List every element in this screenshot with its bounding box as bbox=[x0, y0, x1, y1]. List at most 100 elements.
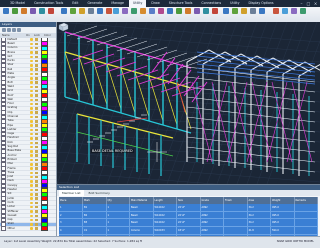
lightbulb-icon[interactable] bbox=[29, 205, 33, 209]
model-member[interactable] bbox=[106, 108, 122, 114]
ribbon-tool-button[interactable] bbox=[38, 8, 46, 20]
lightbulb-icon[interactable] bbox=[29, 77, 33, 80]
lightbulb-icon[interactable] bbox=[29, 85, 33, 89]
ribbon-tool-button[interactable] bbox=[60, 8, 68, 20]
ribbon-tool-button[interactable] bbox=[148, 8, 156, 20]
lightbulb-icon[interactable] bbox=[29, 137, 33, 140]
lock-icon[interactable] bbox=[34, 197, 38, 200]
lock-icon[interactable] bbox=[34, 98, 38, 102]
ribbon-tab[interactable]: 3D Model bbox=[6, 0, 29, 7]
model-member[interactable] bbox=[196, 22, 258, 184]
lightbulb-icon[interactable] bbox=[29, 128, 33, 132]
lightbulb-icon[interactable] bbox=[29, 115, 33, 119]
lightbulb-icon[interactable] bbox=[29, 107, 33, 110]
close-icon[interactable]: × bbox=[313, 1, 318, 6]
model-member[interactable] bbox=[78, 55, 94, 61]
model-member[interactable] bbox=[162, 79, 178, 126]
ribbon-tool-button[interactable] bbox=[69, 8, 77, 20]
model-member[interactable] bbox=[57, 71, 320, 93]
model-member[interactable] bbox=[148, 131, 162, 136]
model-member[interactable] bbox=[112, 140, 126, 145]
column-header[interactable]: Qty bbox=[106, 197, 130, 204]
lightbulb-icon[interactable] bbox=[29, 102, 33, 106]
table-row[interactable]: 3 B3 1 Beam W14X22 22'-6" A992 34.2 495.0 bbox=[59, 218, 318, 228]
lightbulb-icon[interactable] bbox=[29, 42, 33, 46]
ribbon-tool-button[interactable] bbox=[299, 8, 307, 20]
lock-icon[interactable] bbox=[34, 46, 38, 50]
model-member[interactable] bbox=[66, 22, 128, 184]
ribbon-tool-button[interactable] bbox=[78, 8, 86, 20]
lock-icon[interactable] bbox=[34, 94, 38, 97]
model-member[interactable] bbox=[57, 171, 320, 184]
model-member[interactable] bbox=[148, 120, 164, 126]
lock-icon[interactable] bbox=[34, 137, 38, 140]
lock-icon[interactable] bbox=[34, 175, 38, 179]
ribbon-tab[interactable]: Display Options bbox=[245, 0, 278, 7]
model-member[interactable] bbox=[162, 124, 178, 130]
lock-icon[interactable] bbox=[34, 111, 38, 114]
column-header[interactable]: Mark bbox=[82, 197, 107, 204]
lock-icon[interactable] bbox=[34, 158, 38, 162]
model-member[interactable] bbox=[160, 152, 174, 157]
lightbulb-icon[interactable] bbox=[29, 193, 33, 196]
ribbon-tab[interactable]: Utility bbox=[129, 0, 147, 7]
lock-icon[interactable] bbox=[34, 51, 38, 54]
lock-icon[interactable] bbox=[34, 55, 38, 59]
model-member[interactable] bbox=[251, 81, 273, 163]
lightbulb-icon[interactable] bbox=[29, 38, 33, 41]
column-header[interactable]: Area bbox=[247, 197, 271, 204]
ribbon-tab[interactable]: Utility bbox=[226, 0, 243, 7]
model-member[interactable] bbox=[126, 43, 158, 55]
lock-icon[interactable] bbox=[34, 171, 38, 175]
model-member[interactable] bbox=[112, 122, 126, 127]
model-member[interactable] bbox=[208, 49, 232, 63]
ribbon-tab[interactable]: Generate bbox=[83, 0, 106, 7]
lock-icon[interactable] bbox=[34, 193, 38, 196]
model-member[interactable] bbox=[100, 119, 114, 124]
ribbon-tool-button[interactable] bbox=[157, 8, 165, 20]
lock-icon[interactable] bbox=[34, 128, 38, 132]
table-row[interactable]: 4 C1 1 Column W10X33 18'-0" A992 41.8 594.0 bbox=[59, 226, 318, 235]
new-layer-icon[interactable] bbox=[2, 28, 6, 32]
model-member[interactable] bbox=[106, 37, 138, 49]
lightbulb-icon[interactable] bbox=[29, 111, 33, 114]
model-member[interactable] bbox=[240, 53, 264, 67]
model-member[interactable] bbox=[57, 31, 320, 53]
ribbon-tool-button[interactable] bbox=[202, 8, 210, 20]
lock-icon[interactable] bbox=[34, 89, 38, 93]
ribbon-tool-button[interactable] bbox=[20, 8, 28, 20]
model-member[interactable] bbox=[160, 134, 174, 139]
model-member[interactable] bbox=[176, 22, 238, 184]
lock-icon[interactable] bbox=[34, 141, 38, 145]
model-member[interactable] bbox=[266, 59, 290, 73]
column-header[interactable]: Piece bbox=[59, 197, 83, 204]
lightbulb-icon[interactable] bbox=[29, 163, 33, 166]
lock-icon[interactable] bbox=[34, 218, 38, 222]
lightbulb-icon[interactable] bbox=[29, 141, 33, 145]
ribbon-tool-button[interactable] bbox=[222, 8, 230, 20]
lock-icon[interactable] bbox=[34, 163, 38, 166]
ribbon-tool-button[interactable] bbox=[47, 8, 55, 20]
ribbon-tab[interactable]: Edit bbox=[68, 0, 82, 7]
lightbulb-icon[interactable] bbox=[29, 51, 33, 54]
model-member[interactable] bbox=[282, 61, 306, 75]
ribbon-tool-button[interactable] bbox=[272, 8, 280, 20]
lock-icon[interactable] bbox=[34, 214, 38, 218]
lightbulb-icon[interactable] bbox=[29, 154, 33, 157]
lightbulb-icon[interactable] bbox=[29, 175, 33, 179]
model-member[interactable] bbox=[57, 161, 320, 183]
column-header[interactable]: Length bbox=[153, 197, 177, 204]
lightbulb-icon[interactable] bbox=[29, 158, 33, 162]
lightbulb-icon[interactable] bbox=[29, 81, 33, 84]
lightbulb-icon[interactable] bbox=[29, 201, 33, 205]
lock-icon[interactable] bbox=[34, 154, 38, 157]
model-member[interactable] bbox=[191, 81, 213, 163]
lock-icon[interactable] bbox=[34, 223, 38, 226]
ribbon-tool-button[interactable] bbox=[11, 8, 19, 20]
layer-row[interactable]: Other bbox=[0, 226, 56, 232]
ribbon-tab[interactable]: Connections bbox=[197, 0, 225, 7]
ribbon-tool-button[interactable] bbox=[175, 8, 183, 20]
lightbulb-icon[interactable] bbox=[29, 98, 33, 102]
model-member[interactable] bbox=[57, 151, 320, 173]
lock-icon[interactable] bbox=[34, 167, 38, 170]
